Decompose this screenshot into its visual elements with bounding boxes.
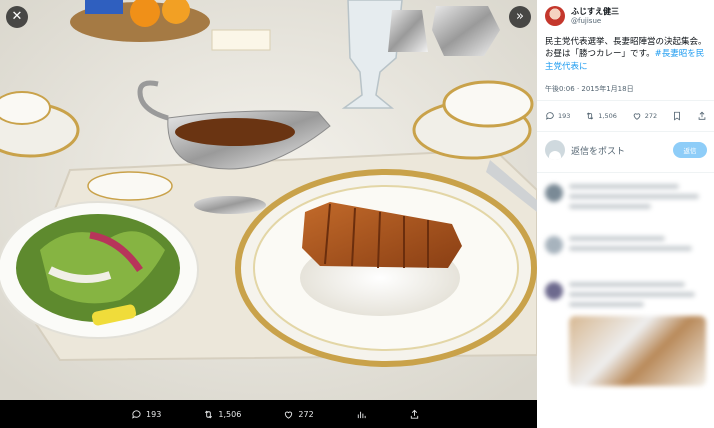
tweet-action-bar: 193 1,506 272 xyxy=(545,111,707,121)
media-like-button[interactable]: 272 xyxy=(283,409,314,420)
author-avatar[interactable] xyxy=(545,6,565,26)
reply-icon xyxy=(132,409,141,419)
author-handle[interactable]: @fujisue xyxy=(571,17,619,25)
media-viewer: ✕ » 193 1,506 272 xyxy=(0,0,537,428)
share-icon xyxy=(698,111,706,120)
like-count: 272 xyxy=(644,112,658,120)
tweet-text: 民主党代表選挙、長妻昭陣営の決起集会。お昼は「勝つカレー」です。#長妻昭を民主党… xyxy=(545,36,707,73)
divider xyxy=(537,100,714,101)
media-like-count: 272 xyxy=(298,409,314,419)
like-icon xyxy=(285,411,293,419)
divider xyxy=(537,172,714,173)
share-icon xyxy=(410,409,419,419)
retweet-count: 1,506 xyxy=(598,112,617,120)
reply-icon xyxy=(546,112,554,120)
reply-avatar xyxy=(545,236,563,254)
like-button[interactable]: 272 xyxy=(632,111,657,121)
reply-avatar xyxy=(545,184,563,202)
reply-composer: 返信をポスト 返信 xyxy=(545,140,707,160)
tweet-panel: ふじすえ健三 @fujisue 民主党代表選挙、長妻昭陣営の決起集会。お昼は「勝… xyxy=(537,0,714,428)
reply-image xyxy=(569,316,706,386)
retweet-icon xyxy=(587,112,594,120)
tweet-author[interactable]: ふじすえ健三 @fujisue xyxy=(545,6,619,26)
reply-item[interactable] xyxy=(537,282,714,386)
reply-item[interactable] xyxy=(537,184,714,214)
media-retweet-button[interactable]: 1,506 xyxy=(203,409,241,420)
reply-submit-button[interactable]: 返信 xyxy=(673,142,707,158)
media-views-button[interactable] xyxy=(356,409,367,420)
retweet-icon xyxy=(205,410,213,418)
close-button[interactable]: ✕ xyxy=(6,6,28,28)
like-icon xyxy=(633,113,641,120)
media-reply-count: 193 xyxy=(146,409,162,419)
media-reply-button[interactable]: 193 xyxy=(131,409,161,420)
reply-item[interactable] xyxy=(537,236,714,256)
tweet-photo xyxy=(0,0,537,400)
share-button[interactable] xyxy=(697,111,707,121)
bookmark-button[interactable] xyxy=(672,111,682,121)
media-share-button[interactable] xyxy=(409,409,420,420)
reply-avatar xyxy=(545,282,563,300)
author-display-name[interactable]: ふじすえ健三 xyxy=(571,7,619,16)
user-avatar xyxy=(545,140,565,160)
reply-button[interactable]: 193 xyxy=(545,111,570,121)
views-icon xyxy=(357,411,366,418)
bookmark-icon xyxy=(674,111,680,121)
media-retweet-count: 1,506 xyxy=(218,409,242,419)
reply-count: 193 xyxy=(558,112,571,120)
retweet-button[interactable]: 1,506 xyxy=(585,111,617,121)
expand-panel-button[interactable]: » xyxy=(509,6,531,28)
reply-input[interactable]: 返信をポスト xyxy=(571,144,667,157)
divider xyxy=(537,131,714,132)
tweet-timestamp[interactable]: 午後0:06 · 2015年1月18日 xyxy=(545,84,634,94)
media-action-bar: 193 1,506 272 xyxy=(0,400,537,428)
